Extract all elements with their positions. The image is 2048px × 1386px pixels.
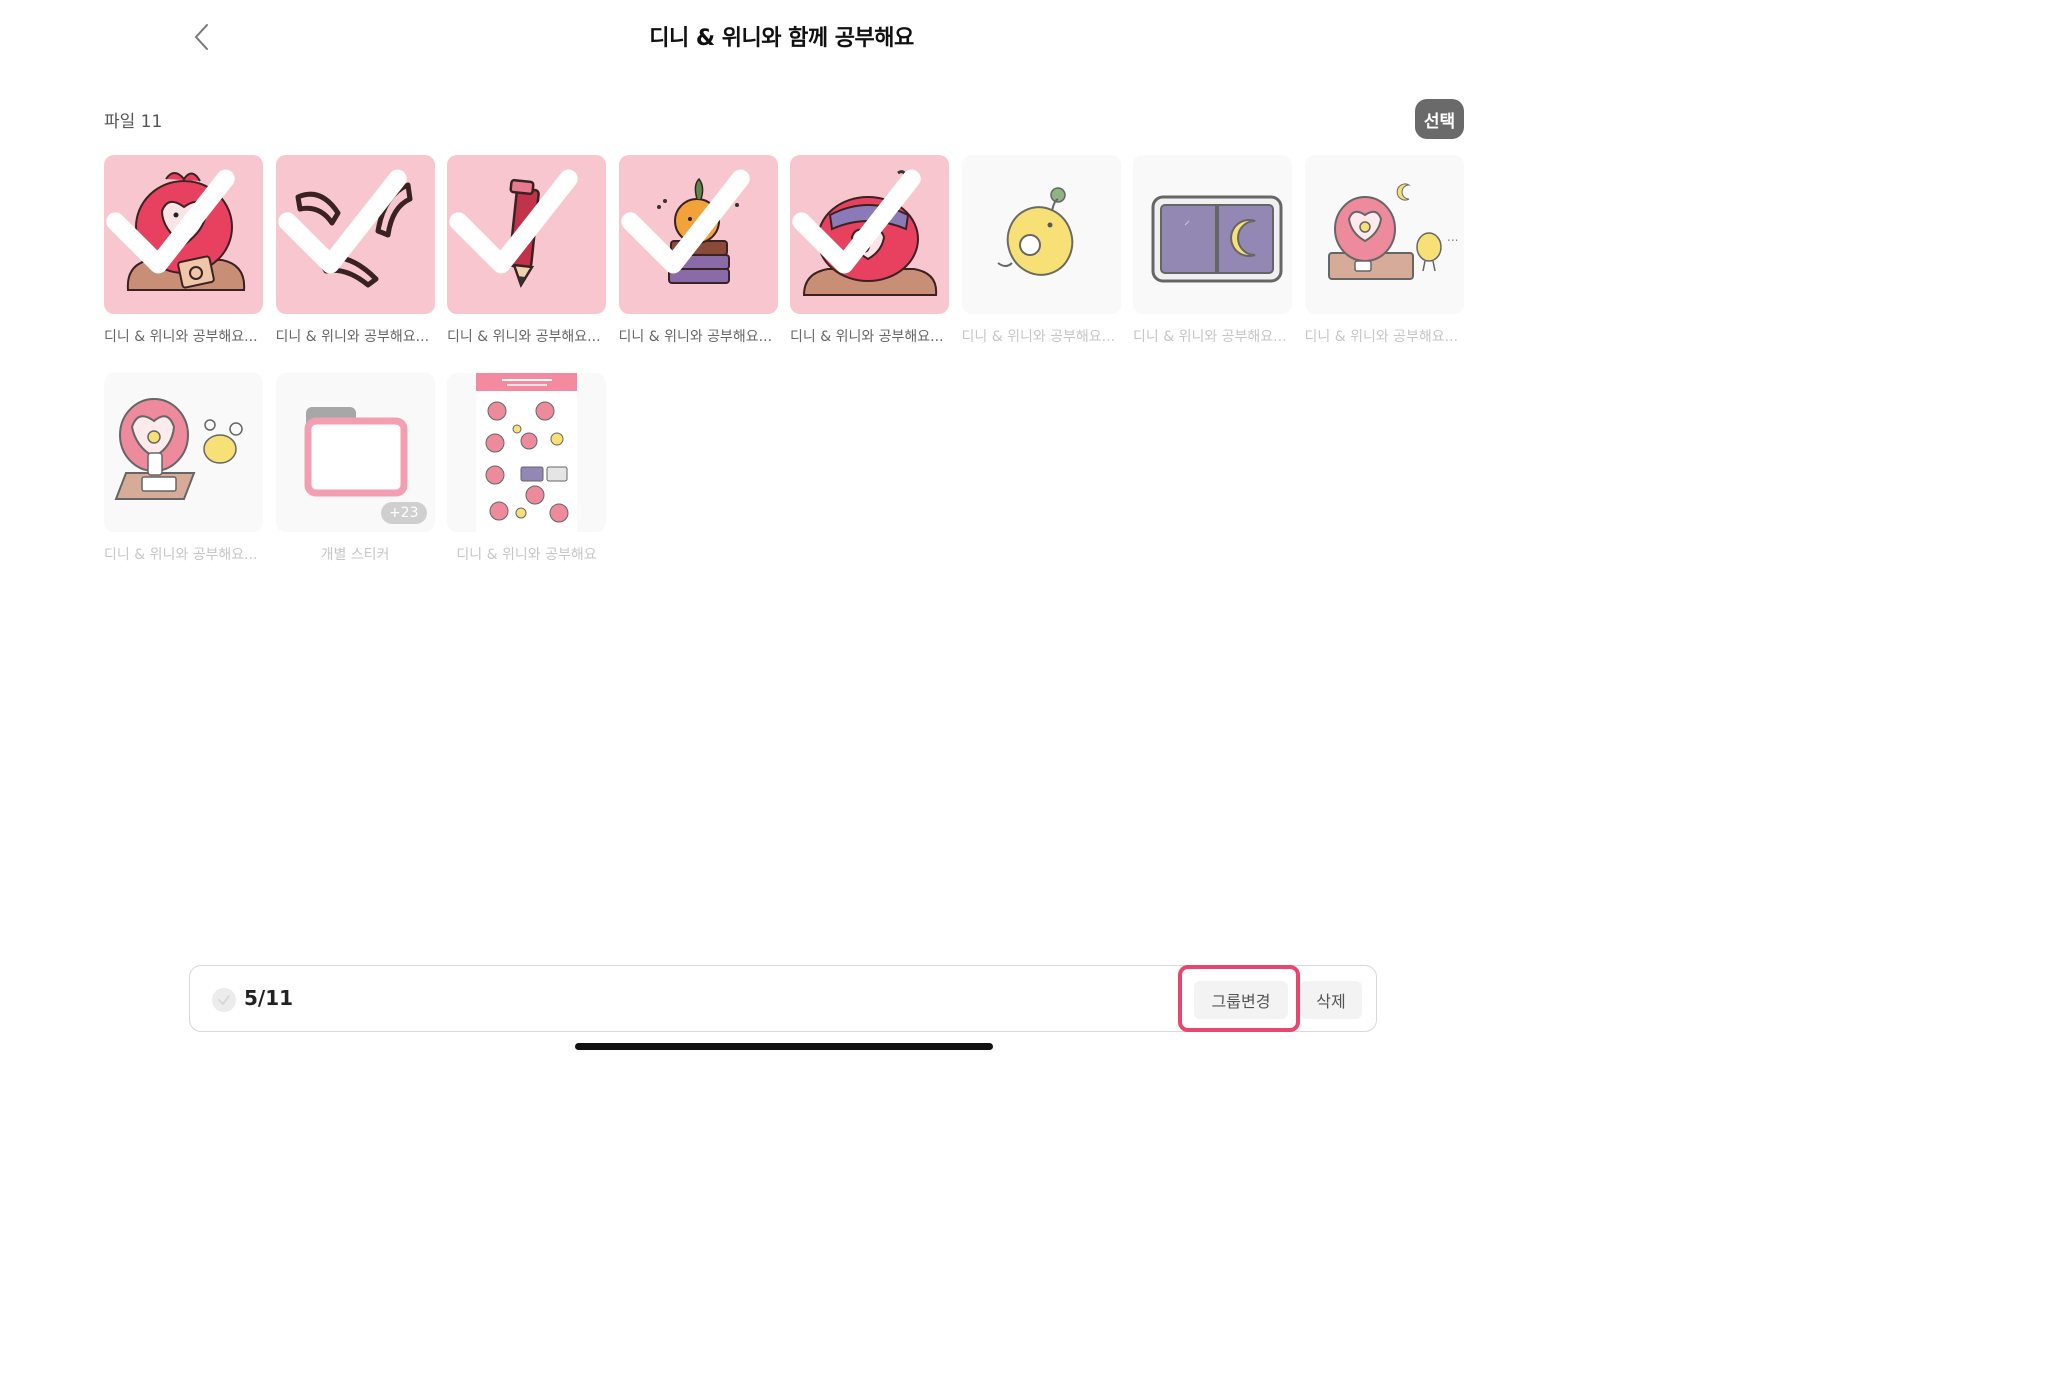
file-toolbar: 파일 11 선택 bbox=[104, 98, 1464, 140]
sticker-thumbnail[interactable] bbox=[275, 155, 435, 314]
red-bird-phone-image bbox=[114, 398, 243, 500]
sticker-item[interactable]: 디니 & 위니와 공부해요 bbox=[447, 373, 606, 564]
sticker-item[interactable]: 디니 & 위니와 공부해요... bbox=[790, 155, 949, 346]
checkmark-icon bbox=[449, 169, 578, 274]
top-bar: 디니 & 위니와 함께 공부해요 bbox=[0, 0, 1563, 75]
checkmark-icon bbox=[792, 169, 921, 274]
sticker-caption: 디니 & 위니와 공부해요... bbox=[275, 329, 430, 345]
sticker-thumbnail[interactable]: +23 bbox=[275, 373, 435, 532]
sticker-thumbnail[interactable] bbox=[1133, 155, 1292, 314]
checkmark-icon bbox=[218, 995, 230, 1006]
sticker-thumbnail[interactable] bbox=[104, 373, 263, 532]
select-button[interactable]: 선택 bbox=[1415, 99, 1464, 139]
sticker-caption: 디니 & 위니와 공부해요... bbox=[104, 329, 258, 345]
selection-action-bar: 5/11 그룹변경 삭제 bbox=[189, 965, 1377, 1032]
sticker-item[interactable]: ... 디니 & 위니와 공부해요... bbox=[1304, 155, 1464, 346]
sticker-caption: 디니 & 위니와 공부해요... bbox=[447, 329, 601, 345]
two-birds-desk-image: ... bbox=[1327, 183, 1458, 280]
sticker-item[interactable]: 디니 & 위니와 공부해요... bbox=[104, 373, 263, 564]
count-badge: +23 bbox=[380, 502, 427, 524]
checkmark-icon bbox=[106, 169, 235, 274]
sticker-caption: 디니 & 위니와 공부해요... bbox=[790, 329, 944, 345]
sticker-thumbnail[interactable] bbox=[447, 155, 606, 314]
sticker-item[interactable]: 디니 & 위니와 공부해요... bbox=[104, 155, 263, 346]
delete-button[interactable]: 삭제 bbox=[1300, 981, 1362, 1019]
sticker-thumbnail[interactable] bbox=[104, 155, 263, 314]
select-all-checkbox[interactable] bbox=[212, 988, 236, 1012]
sticker-caption: 디니 & 위니와 공부해요... bbox=[961, 329, 1116, 345]
selection-count: 5/11 bbox=[244, 986, 294, 1010]
home-indicator bbox=[575, 1043, 993, 1050]
sticker-thumbnail[interactable] bbox=[618, 155, 778, 314]
sticker-caption: 디니 & 위니와 공부해요... bbox=[1133, 329, 1287, 345]
sticker-caption: 개별 스티커 bbox=[320, 547, 390, 563]
checkmark-icon bbox=[277, 169, 407, 274]
sticker-item[interactable]: 디니 & 위니와 공부해요... bbox=[1133, 155, 1292, 346]
sticker-sheet-image bbox=[476, 373, 577, 532]
sticker-thumbnail[interactable] bbox=[790, 155, 949, 314]
sticker-caption: 디니 & 위니와 공부해요... bbox=[104, 547, 258, 563]
sticker-item[interactable]: 디니 & 위니와 공부해요... bbox=[447, 155, 606, 346]
sticker-caption: 디니 & 위니와 공부해요 bbox=[456, 547, 597, 563]
group-change-button[interactable]: 그룹변경 bbox=[1194, 981, 1288, 1019]
sticker-caption: 디니 & 위니와 공부해요... bbox=[618, 329, 773, 345]
sticker-folder-item[interactable]: +23 개별 스티커 bbox=[275, 373, 435, 564]
sticker-item[interactable]: 디니 & 위니와 공부해요... bbox=[961, 155, 1121, 346]
page-title: 디니 & 위니와 함께 공부해요 bbox=[649, 26, 914, 51]
checkmark-icon bbox=[620, 169, 750, 274]
sticker-caption: 디니 & 위니와 공부해요... bbox=[1304, 329, 1459, 345]
yellow-bird-image bbox=[996, 187, 1073, 276]
sticker-thumbnail[interactable] bbox=[961, 155, 1121, 314]
night-window-image bbox=[1151, 195, 1283, 283]
svg-text:...: ... bbox=[1447, 230, 1458, 244]
file-count-label: 파일 11 bbox=[104, 112, 163, 132]
sticker-item[interactable]: 디니 & 위니와 공부해요... bbox=[618, 155, 778, 346]
sticker-thumbnail[interactable] bbox=[447, 373, 606, 532]
sticker-item[interactable]: 디니 & 위니와 공부해요... bbox=[275, 155, 435, 346]
sticker-thumbnail[interactable]: ... bbox=[1304, 155, 1464, 314]
